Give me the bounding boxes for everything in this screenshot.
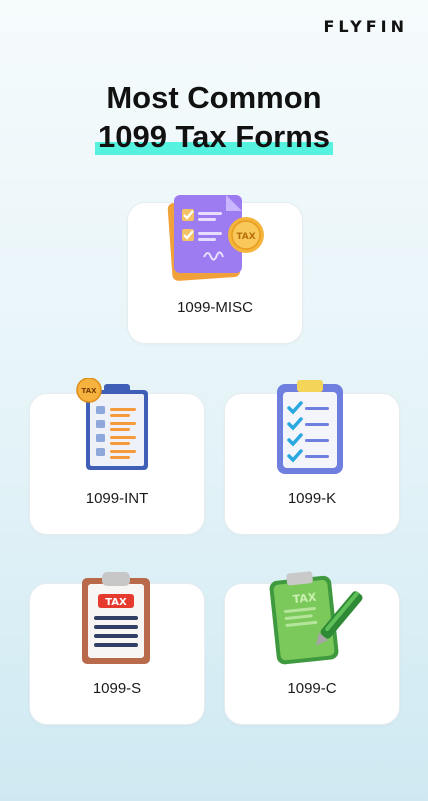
form-label: 1099-MISC (177, 299, 253, 316)
badge-tax-text: TAX (81, 387, 97, 395)
title-highlight: 1099 Tax Forms (94, 117, 334, 156)
form-label: 1099-S (92, 680, 142, 697)
form-label: 1099-INT (85, 490, 149, 507)
clipboard-tax-badge-checklist-icon: TAX (76, 378, 148, 470)
form-label: 1099-K (287, 490, 337, 507)
form-card-1099-c[interactable]: TAX 1099-C (224, 571, 400, 725)
clipboard-tax-text: TAX (292, 591, 317, 606)
form-card-1099-int[interactable]: TAX 1099-INT (29, 378, 205, 535)
coin-tax-text: TAX (236, 232, 255, 242)
document-checklist-tax-coin-icon: TAX (167, 195, 264, 281)
clipboard-tax-label-icon: TAX (82, 572, 150, 664)
form-card-1099-s[interactable]: TAX 1099-S (29, 572, 205, 725)
form-label: 1099-C (287, 680, 337, 697)
form-card-1099-misc[interactable]: TAX 1099-MISC (127, 195, 303, 344)
page-title: Most Common 1099 Tax Forms (0, 78, 428, 156)
clipboard-checkmarks-icon (277, 380, 343, 474)
clipboard-tax-pen-icon: TAX (269, 571, 363, 665)
form-card-1099-k[interactable]: 1099-K (224, 380, 400, 535)
title-line-1: Most Common (106, 80, 322, 115)
title-line-2: 1099 Tax Forms (97, 119, 331, 154)
tax-label-text: TAX (105, 597, 127, 608)
flyfin-logo: FLYFIN (323, 17, 408, 36)
